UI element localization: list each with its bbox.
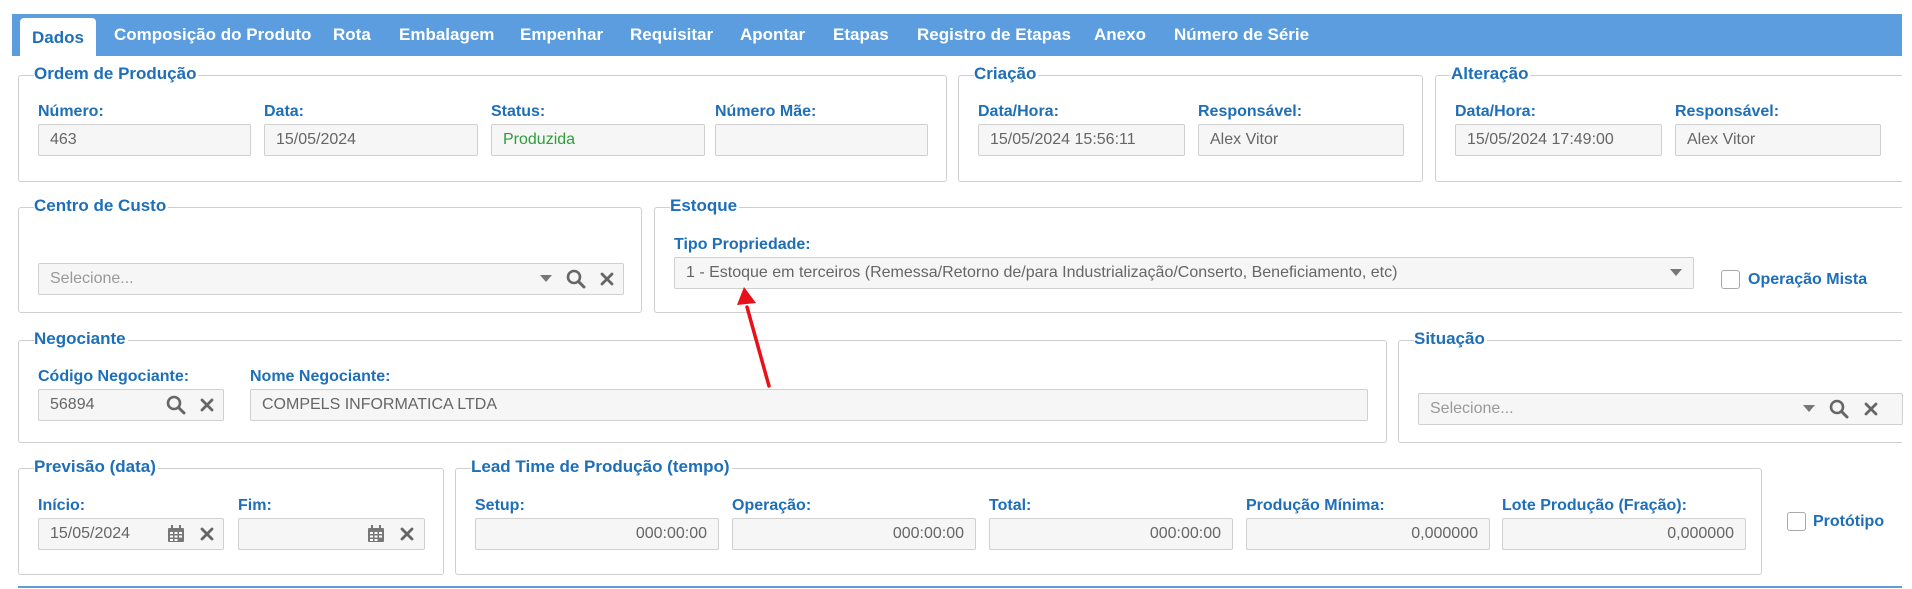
operacao-mista-checkbox[interactable] xyxy=(1721,270,1740,289)
negociante-title: Negociante xyxy=(34,329,128,349)
criacao-panel: Criação Data/Hora: 15/05/2024 15:56:11 R… xyxy=(958,64,1423,182)
tab-anexo[interactable]: Anexo xyxy=(1094,14,1146,56)
alteracao-datahora-label: Data/Hora: xyxy=(1455,103,1536,120)
tab-etapas[interactable]: Etapas xyxy=(833,14,889,56)
estoque-panel: Estoque Tipo Propriedade: 1 - Estoque em… xyxy=(654,196,1902,313)
numero-mae-field[interactable] xyxy=(715,124,928,156)
centro-de-custo-title: Centro de Custo xyxy=(34,196,169,216)
alteracao-datahora-field[interactable]: 15/05/2024 17:49:00 xyxy=(1455,124,1662,156)
tab-bar: Dados Composição do Produto Rota Embalag… xyxy=(12,14,1902,56)
lead-time-title: Lead Time de Produção (tempo) xyxy=(471,457,732,477)
nome-negociante-field[interactable]: COMPELS INFORMATICA LTDA xyxy=(250,389,1368,421)
search-icon[interactable] xyxy=(561,264,591,294)
status-label: Status: xyxy=(491,103,546,120)
bottom-divider xyxy=(18,586,1902,588)
total-field[interactable]: 000:00:00 xyxy=(989,518,1233,550)
previsao-title: Previsão (data) xyxy=(34,457,158,477)
lote-producao-field[interactable]: 0,000000 xyxy=(1502,518,1746,550)
criacao-datahora-field[interactable]: 15/05/2024 15:56:11 xyxy=(978,124,1185,156)
dropdown-caret-icon[interactable] xyxy=(1794,394,1824,424)
search-icon[interactable] xyxy=(1824,394,1854,424)
tab-embalagem[interactable]: Embalagem xyxy=(399,14,494,56)
lead-time-panel: Lead Time de Produção (tempo) Setup: 000… xyxy=(455,457,1762,575)
alteracao-responsavel-label: Responsável: xyxy=(1675,103,1780,120)
alteracao-title: Alteração xyxy=(1451,64,1531,84)
fim-label: Fim: xyxy=(238,497,272,514)
close-icon[interactable] xyxy=(192,519,222,549)
tipo-propriedade-select[interactable]: 1 - Estoque em terceiros (Remessa/Retorn… xyxy=(674,257,1694,289)
prototipo-label[interactable]: Protótipo xyxy=(1813,512,1884,532)
situacao-title: Situação xyxy=(1414,329,1487,349)
negociante-panel: Negociante Código Negociante: 56894 Nome… xyxy=(18,329,1387,443)
close-icon[interactable] xyxy=(192,390,222,420)
estoque-title: Estoque xyxy=(670,196,740,216)
close-icon[interactable] xyxy=(392,519,422,549)
codigo-negociante-label: Código Negociante: xyxy=(38,368,190,385)
calendar-icon[interactable] xyxy=(161,519,191,549)
numero-field[interactable]: 463 xyxy=(38,124,251,156)
situacao-panel: Situação Selecione... xyxy=(1398,329,1903,443)
tab-composicao-do-produto[interactable]: Composição do Produto xyxy=(114,14,311,56)
lote-producao-label: Lote Produção (Fração): xyxy=(1502,497,1687,514)
criacao-responsavel-label: Responsável: xyxy=(1198,103,1303,120)
criacao-responsavel-field[interactable]: Alex Vitor xyxy=(1198,124,1404,156)
annotation-arrow xyxy=(737,287,771,388)
ordem-de-producao-panel: Ordem de Produção Número: 463 Data: 15/0… xyxy=(18,64,947,182)
tab-empenhar[interactable]: Empenhar xyxy=(520,14,603,56)
calendar-icon[interactable] xyxy=(361,519,391,549)
nome-negociante-label: Nome Negociante: xyxy=(250,368,391,385)
tab-numero-de-serie[interactable]: Número de Série xyxy=(1174,14,1309,56)
tab-dados[interactable]: Dados xyxy=(20,18,96,56)
inicio-label: Início: xyxy=(38,497,86,514)
search-icon[interactable] xyxy=(161,390,191,420)
operacao-mista-label[interactable]: Operação Mista xyxy=(1748,270,1867,290)
close-icon[interactable] xyxy=(1856,394,1886,424)
total-label: Total: xyxy=(989,497,1032,514)
criacao-title: Criação xyxy=(974,64,1039,84)
tipo-propriedade-label: Tipo Propriedade: xyxy=(674,236,811,253)
data-label: Data: xyxy=(264,103,305,120)
operacao-label: Operação: xyxy=(732,497,812,514)
alteracao-panel: Alteração Data/Hora: 15/05/2024 17:49:00… xyxy=(1435,64,1902,182)
producao-minima-label: Produção Mínima: xyxy=(1246,497,1385,514)
operacao-field[interactable]: 000:00:00 xyxy=(732,518,976,550)
tab-registro-de-etapas[interactable]: Registro de Etapas xyxy=(917,14,1071,56)
data-field[interactable]: 15/05/2024 xyxy=(264,124,478,156)
setup-field[interactable]: 000:00:00 xyxy=(475,518,719,550)
producao-minima-field[interactable]: 0,000000 xyxy=(1246,518,1490,550)
status-field[interactable]: Produzida xyxy=(491,124,705,156)
tab-apontar[interactable]: Apontar xyxy=(740,14,805,56)
tab-requisitar[interactable]: Requisitar xyxy=(630,14,713,56)
previsao-panel: Previsão (data) Início: 15/05/2024 Fim: xyxy=(18,457,444,575)
alteracao-responsavel-field[interactable]: Alex Vitor xyxy=(1675,124,1881,156)
centro-de-custo-panel: Centro de Custo Selecione... xyxy=(18,196,642,313)
numero-label: Número: xyxy=(38,103,104,120)
criacao-datahora-label: Data/Hora: xyxy=(978,103,1059,120)
close-icon[interactable] xyxy=(592,264,622,294)
dropdown-caret-icon[interactable] xyxy=(1661,258,1691,288)
setup-label: Setup: xyxy=(475,497,525,514)
ordem-de-producao-title: Ordem de Produção xyxy=(34,64,199,84)
numero-mae-label: Número Mãe: xyxy=(715,103,817,120)
tab-rota[interactable]: Rota xyxy=(333,14,371,56)
dropdown-caret-icon[interactable] xyxy=(531,264,561,294)
prototipo-checkbox[interactable] xyxy=(1787,512,1806,531)
